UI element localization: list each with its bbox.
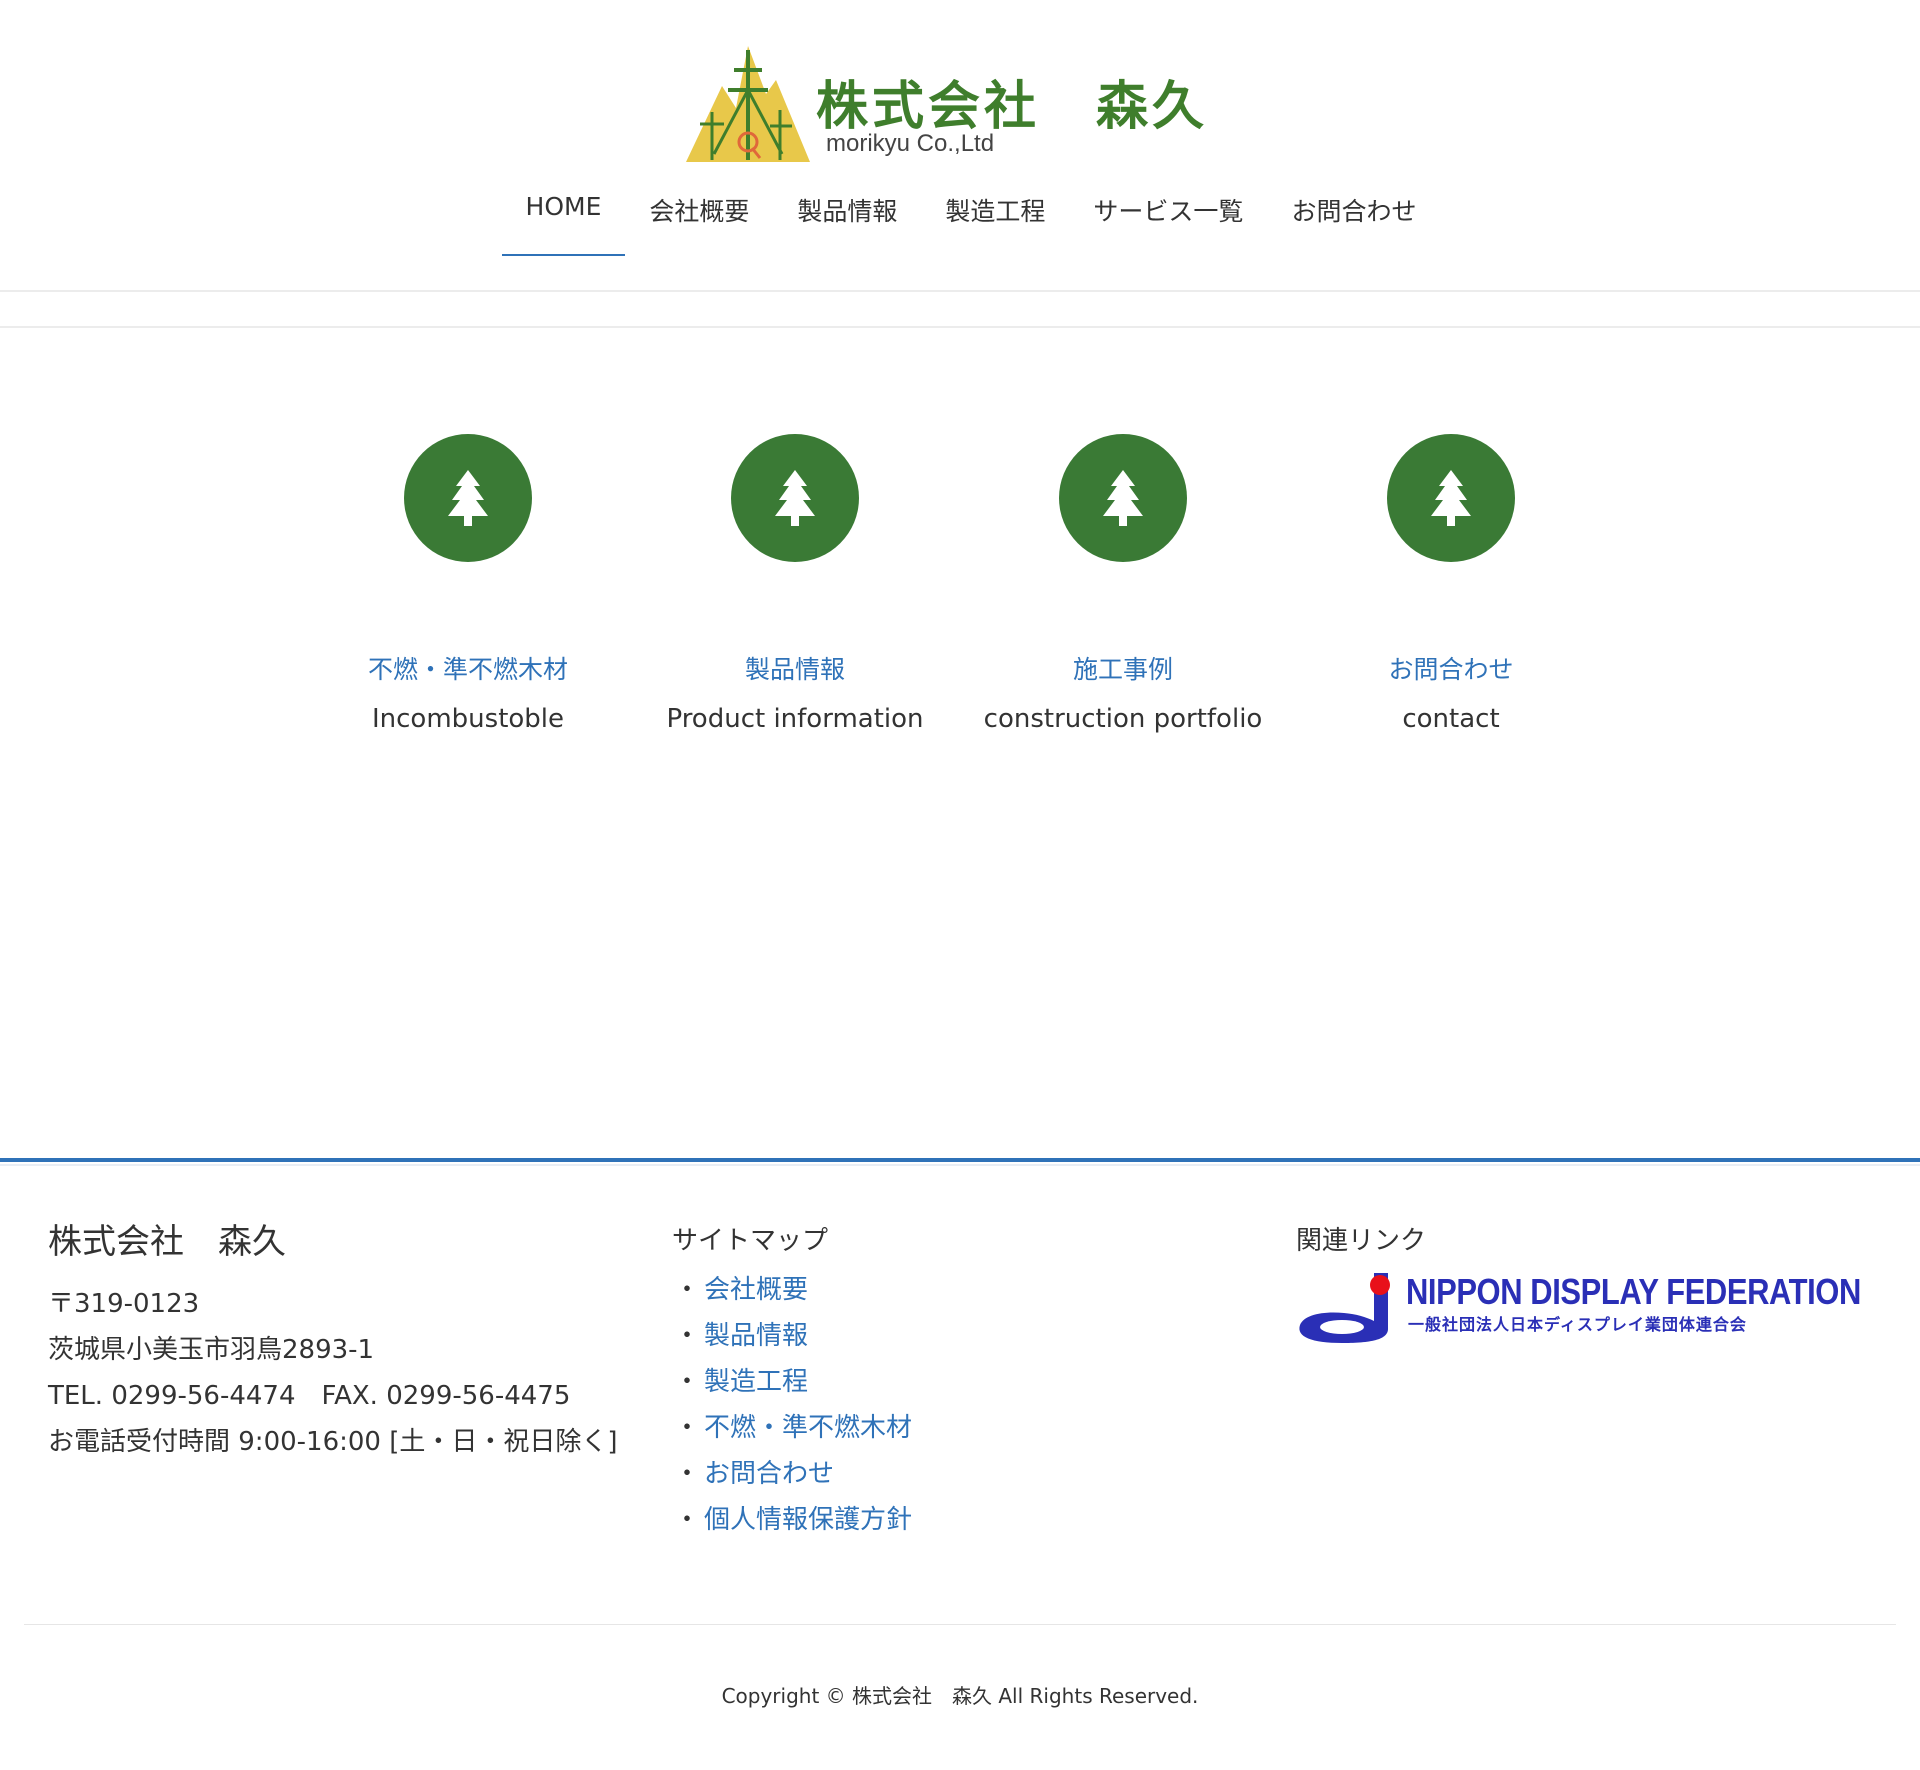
content-divider xyxy=(0,326,1920,328)
feature-title-link[interactable]: お問合わせ xyxy=(1301,650,1601,686)
tree-icon xyxy=(775,470,815,526)
copyright-text: Copyright © 株式会社 森久 All Rights Reserved. xyxy=(721,1684,1199,1708)
nav-item-services[interactable]: サービス一覧 xyxy=(1069,186,1267,256)
ndf-banner-subtitle: 一般社団法人日本ディスプレイ業団体連合会 xyxy=(1408,1315,1747,1334)
sitemap-heading: サイトマップ xyxy=(672,1226,829,1256)
feature-section: 不燃・準不燃木材 Incombustoble 製品情報 Product info… xyxy=(0,434,1920,754)
sitemap-item: ・製品情報 xyxy=(674,1321,809,1351)
logo-title: 株式会社 森久 xyxy=(816,76,1209,137)
nav-list: HOME 会社概要 製品情報 製造工程 サービス一覧 お問合わせ xyxy=(22,186,1920,256)
sitemap-link-products[interactable]: 製品情報 xyxy=(704,1321,808,1351)
feature-subtitle: Incombustoble xyxy=(371,704,565,734)
sitemap-item: ・不燃・準不燃木材 xyxy=(674,1413,913,1443)
footer-sub-border xyxy=(0,1164,1920,1166)
sitemap-link-incombustible[interactable]: 不燃・準不燃木材 xyxy=(704,1413,912,1443)
sitemap-list: ・会社概要 ・製品情報 ・製造工程 ・不燃・準不燃木材 ・お問合わせ ・個人情報… xyxy=(672,1267,1172,1543)
feature-circle-button[interactable] xyxy=(731,434,859,562)
nav-item-company[interactable]: 会社概要 xyxy=(625,186,773,256)
logo-subtitle: morikyu Co.,Ltd xyxy=(826,130,995,157)
header-divider xyxy=(0,290,1920,292)
footer-company-info: 株式会社 森久 〒319-0123 茨城県小美玉市羽鳥2893-1 TEL. 0… xyxy=(48,1214,668,1465)
feature-title-link[interactable]: 施工事例 xyxy=(973,650,1273,686)
footer-postal-code: 〒319-0123 xyxy=(48,1289,200,1319)
nav-item-contact[interactable]: お問合わせ xyxy=(1267,186,1440,256)
ndf-banner-link[interactable]: NIPPON DISPLAY FEDERATION 一般社団法人日本ディスプレイ… xyxy=(1296,1269,1866,1343)
footer-top-border xyxy=(0,1158,1920,1162)
feature-title-link[interactable]: 不燃・準不燃木材 xyxy=(318,650,618,686)
main-nav: HOME 会社概要 製品情報 製造工程 サービス一覧 お問合わせ xyxy=(0,186,1920,256)
mountain-logo-icon xyxy=(686,46,810,162)
related-links-heading: 関連リンク xyxy=(1296,1226,1427,1256)
sitemap-link-company[interactable]: 会社概要 xyxy=(704,1275,808,1305)
feature-subtitle: Product information xyxy=(666,704,924,734)
footer-bottom-divider xyxy=(24,1624,1896,1625)
feature-subtitle: contact xyxy=(1402,704,1500,734)
sitemap-link-contact[interactable]: お問合わせ xyxy=(704,1459,834,1489)
footer-company-name: 株式会社 森久 xyxy=(48,1222,286,1262)
tree-icon xyxy=(448,470,488,526)
site-header: 株式会社 森久 morikyu Co.,Ltd HOME 会社概要 製品情報 製… xyxy=(0,0,1920,290)
feature-products: 製品情報 Product information xyxy=(645,434,945,734)
site-logo[interactable]: 株式会社 森久 morikyu Co.,Ltd xyxy=(684,44,1224,164)
tree-icon xyxy=(1431,470,1471,526)
feature-circle-button[interactable] xyxy=(404,434,532,562)
feature-circle-button[interactable] xyxy=(1059,434,1187,562)
sitemap-link-manufacturing[interactable]: 製造工程 xyxy=(704,1367,808,1397)
sitemap-link-privacy[interactable]: 個人情報保護方針 xyxy=(704,1505,912,1535)
feature-contact: お問合わせ contact xyxy=(1301,434,1601,734)
footer-business-hours: お電話受付時間 9:00-16:00 [土・日・祝日除く] xyxy=(48,1427,618,1457)
sitemap-item: ・個人情報保護方針 xyxy=(674,1505,913,1535)
footer-related-links: 関連リンク NIPPON DISPLAY FEDERATION 一般社団法人日本… xyxy=(1296,1220,1876,1343)
tree-icon xyxy=(1103,470,1143,526)
feature-portfolio: 施工事例 construction portfolio xyxy=(973,434,1273,734)
sitemap-item: ・会社概要 xyxy=(674,1275,809,1305)
nav-item-products[interactable]: 製品情報 xyxy=(773,186,921,256)
nav-item-home[interactable]: HOME xyxy=(501,186,626,256)
footer-phone-fax: TEL. 0299-56-4474 FAX. 0299-56-4475 xyxy=(48,1381,571,1411)
footer-sitemap: サイトマップ ・会社概要 ・製品情報 ・製造工程 ・不燃・準不燃木材 ・お問合わ… xyxy=(672,1220,1172,1543)
feature-incombustible: 不燃・準不燃木材 Incombustoble xyxy=(318,434,618,734)
footer-address: 茨城県小美玉市羽鳥2893-1 xyxy=(48,1335,375,1365)
sitemap-item: ・製造工程 xyxy=(674,1367,809,1397)
feature-subtitle: construction portfolio xyxy=(983,704,1263,734)
ndf-logo-icon xyxy=(1299,1273,1390,1343)
ndf-banner-title: NIPPON DISPLAY FEDERATION xyxy=(1406,1271,1861,1312)
feature-title-link[interactable]: 製品情報 xyxy=(645,650,945,686)
feature-circle-button[interactable] xyxy=(1387,434,1515,562)
sitemap-item: ・お問合わせ xyxy=(674,1459,835,1489)
nav-item-manufacturing[interactable]: 製造工程 xyxy=(921,186,1069,256)
